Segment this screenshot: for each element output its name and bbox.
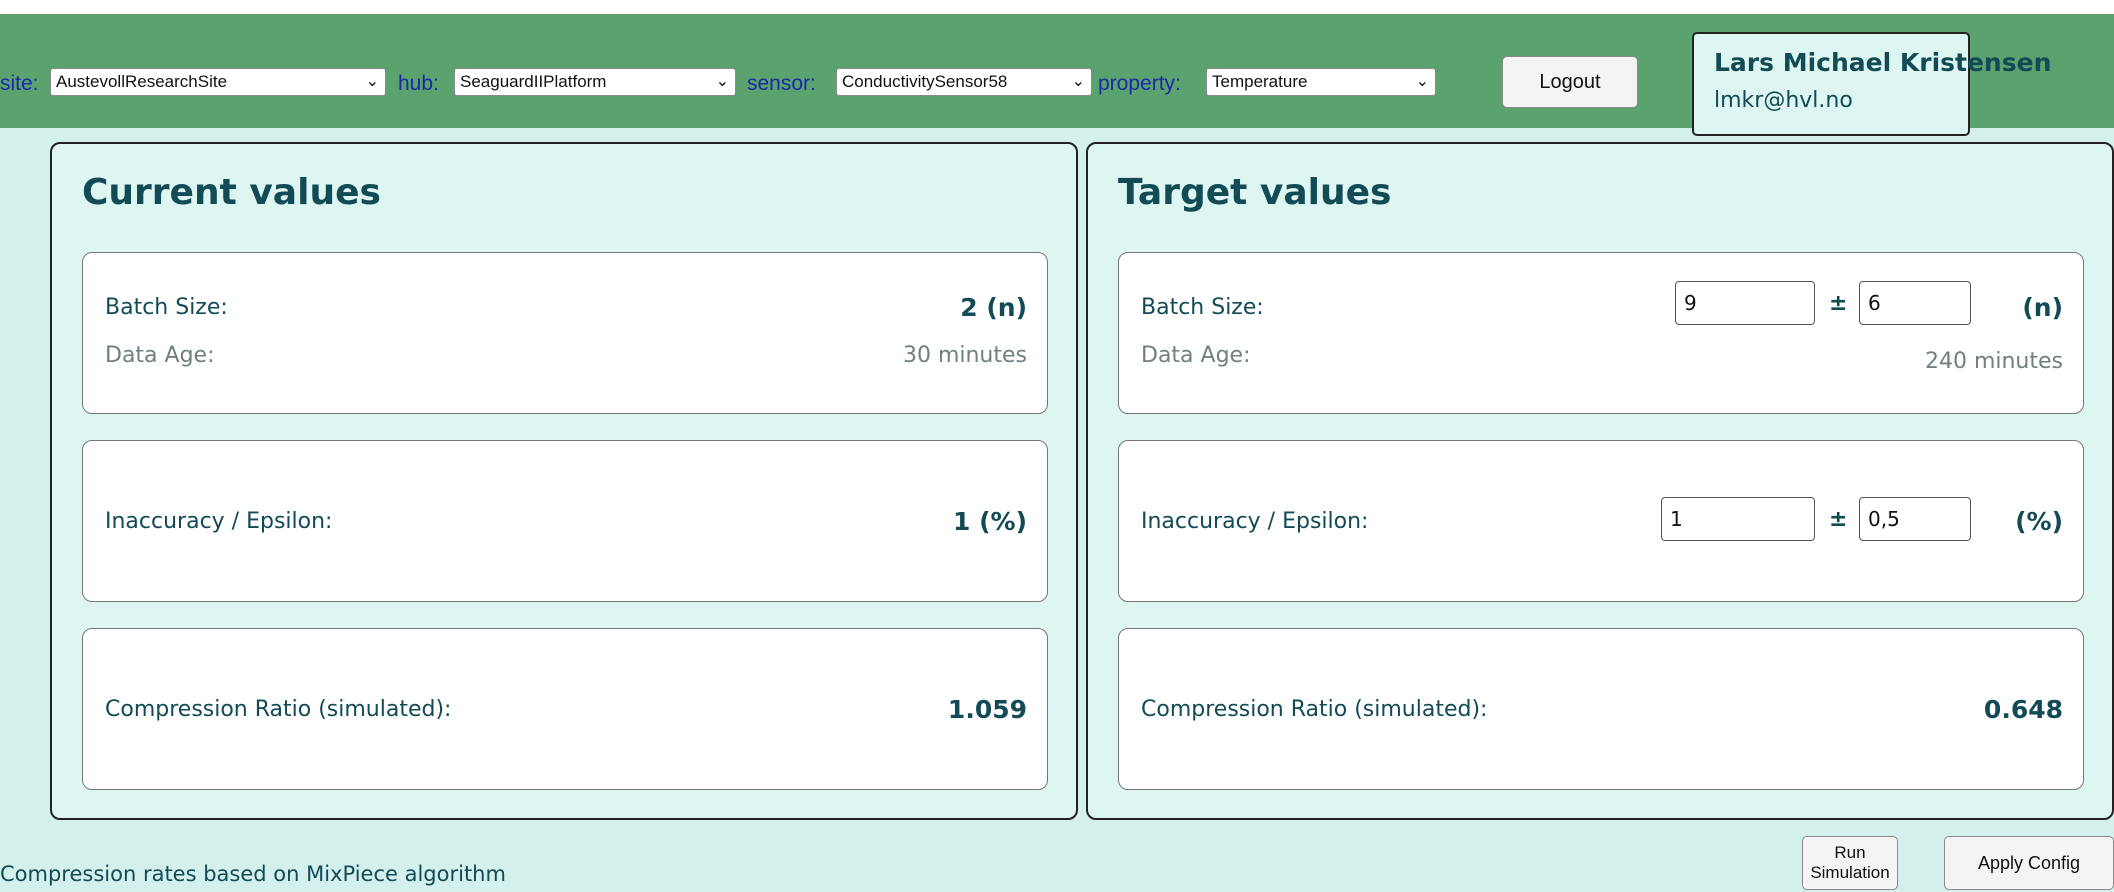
property-select-value: Temperature <box>1212 72 1308 91</box>
compression-label: Compression Ratio (simulated): <box>105 697 452 722</box>
target-data-age-value: 240 minutes <box>1924 349 2063 374</box>
plus-minus-symbol: ± <box>1829 291 1848 316</box>
inaccuracy-label: Inaccuracy / Epsilon: <box>105 509 333 534</box>
inaccuracy-input[interactable]: 1 <box>1661 497 1815 541</box>
target-inaccuracy-label: Inaccuracy / Epsilon: <box>1141 509 1369 534</box>
target-compression-value: 0.648 <box>1983 695 2063 724</box>
batch-size-label: Batch Size: <box>105 295 228 320</box>
app-root: site: AustevollResearchSite ⌄ hub: Seagu… <box>0 0 2114 892</box>
site-select-value: AustevollResearchSite <box>56 72 228 91</box>
plus-minus-symbol: ± <box>1829 507 1848 532</box>
run-simulation-label-line2: Simulation <box>1810 863 1890 882</box>
batch-size-value: 2 (n) <box>960 293 1027 322</box>
target-batch-size-card: Batch Size: 9 ± 6 (n) Data Age: 240 minu… <box>1118 252 2084 414</box>
hub-label: hub: <box>398 72 439 95</box>
sensor-label: sensor: <box>747 72 816 95</box>
batch-size-unit: (n) <box>2022 293 2063 322</box>
hub-select-value: SeaguardIIPlatform <box>460 72 607 91</box>
site-select[interactable]: AustevollResearchSite ⌄ <box>50 68 386 96</box>
target-compression-card: Compression Ratio (simulated): 0.648 <box>1118 628 2084 790</box>
property-label: property: <box>1098 72 1181 95</box>
batch-size-card: Batch Size: 2 (n) Data Age: 30 minutes <box>82 252 1048 414</box>
logout-button[interactable]: Logout <box>1502 56 1638 108</box>
chevron-down-icon: ⌄ <box>365 73 379 90</box>
data-age-value: 30 minutes <box>902 343 1027 368</box>
batch-size-tolerance-input[interactable]: 6 <box>1859 281 1971 325</box>
user-card: Lars Michael Kristensen lmkr@hvl.no <box>1692 32 2051 136</box>
inaccuracy-unit: (%) <box>2015 507 2063 536</box>
inaccuracy-value: 1 (%) <box>953 507 1027 536</box>
user-name: Lars Michael Kristensen <box>1714 48 2052 77</box>
hub-select[interactable]: SeaguardIIPlatform ⌄ <box>454 68 736 96</box>
target-values-panel: Target values Batch Size: 9 ± 6 (n) Data… <box>1086 142 2114 820</box>
target-batch-size-label: Batch Size: <box>1141 295 1264 320</box>
panel-title: Target values <box>1118 172 1392 213</box>
target-compression-label: Compression Ratio (simulated): <box>1141 697 1488 722</box>
target-inaccuracy-card: Inaccuracy / Epsilon: 1 ± 0,5 (%) <box>1118 440 2084 602</box>
target-data-age-label: Data Age: <box>1141 343 1251 368</box>
apply-config-button[interactable]: Apply Config <box>1944 836 2114 890</box>
inaccuracy-tolerance-input[interactable]: 0,5 <box>1859 497 1971 541</box>
panel-title: Current values <box>82 172 381 213</box>
run-simulation-label-line1: Run <box>1834 843 1866 862</box>
chevron-down-icon: ⌄ <box>1071 73 1085 90</box>
batch-size-input[interactable]: 9 <box>1675 281 1815 325</box>
sensor-select-value: ConductivitySensor58 <box>842 72 1008 91</box>
run-simulation-button[interactable]: Run Simulation <box>1802 836 1898 890</box>
current-values-panel: Current values Batch Size: 2 (n) Data Ag… <box>50 142 1078 820</box>
property-select[interactable]: Temperature ⌄ <box>1206 68 1436 96</box>
chevron-down-icon: ⌄ <box>1415 73 1429 90</box>
top-bar: site: AustevollResearchSite ⌄ hub: Seagu… <box>0 0 2114 136</box>
sensor-select[interactable]: ConductivitySensor58 ⌄ <box>836 68 1092 96</box>
compression-value: 1.059 <box>947 695 1027 724</box>
footer-note: Compression rates based on MixPiece algo… <box>0 862 506 886</box>
chevron-down-icon: ⌄ <box>715 73 729 90</box>
inaccuracy-card: Inaccuracy / Epsilon: 1 (%) <box>82 440 1048 602</box>
data-age-label: Data Age: <box>105 343 215 368</box>
user-email: lmkr@hvl.no <box>1714 88 1853 113</box>
site-label: site: <box>0 72 39 95</box>
compression-card: Compression Ratio (simulated): 1.059 <box>82 628 1048 790</box>
